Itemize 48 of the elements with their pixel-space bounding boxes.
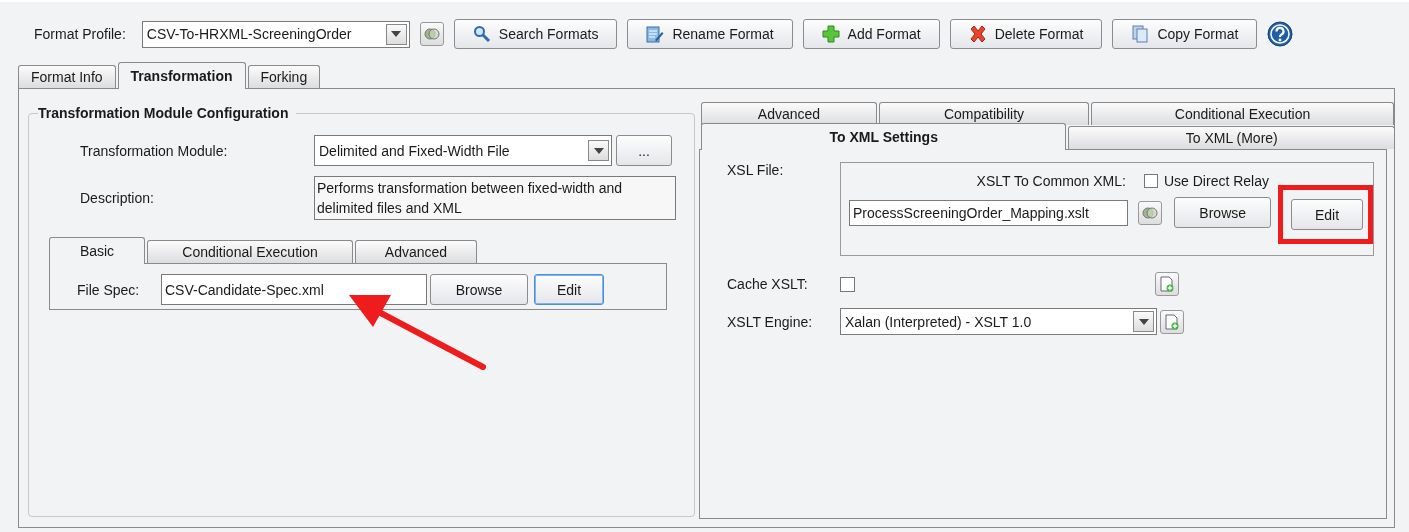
file-spec-field[interactable]: CSV-Candidate-Spec.xml [161, 274, 427, 305]
more-button[interactable]: ... [616, 135, 672, 166]
xslt-engine-dropdown[interactable]: Xalan (Interpreted) - XSLT 1.0 [840, 308, 1157, 335]
toolbar-button[interactable]: Rename Format [627, 19, 793, 49]
magnifier-icon [472, 25, 491, 43]
format-profile-dropdown[interactable]: CSV-To-HRXML-ScreeningOrder [141, 20, 410, 48]
field-label: Format Profile: [34, 26, 126, 42]
documents-icon [1131, 25, 1150, 43]
xsl-file-field[interactable]: ProcessScreeningOrder_Mapping.xslt [849, 199, 1129, 226]
module-dropdown[interactable]: Delimited and Fixed-Width File [314, 135, 612, 166]
tab[interactable]: Advanced [701, 102, 877, 125]
field-label: XSLT Engine: [727, 313, 814, 330]
tab[interactable]: Advanced [355, 240, 477, 263]
toolbar-button[interactable]: Delete Format [949, 19, 1103, 49]
tab[interactable]: Compatibility [879, 102, 1089, 125]
toolbar-button[interactable]: Add Format [802, 19, 940, 49]
add-document-icon[interactable] [1160, 309, 1184, 334]
tab[interactable]: Format Info [18, 65, 116, 88]
notepad-pencil-icon [646, 25, 665, 43]
plus-icon [821, 25, 840, 43]
field-label: XSLT To Common XML: [976, 173, 1126, 189]
field-label: Cache XSLT: [727, 276, 809, 292]
field-label: Description: [79, 190, 155, 206]
tab[interactable]: To XML (More) [1068, 126, 1395, 149]
tab[interactable]: Conditional Execution [1091, 102, 1394, 125]
toggle-icon[interactable] [419, 22, 444, 46]
direct-relay-checkbox[interactable]: Use Direct Relay [1143, 173, 1269, 189]
browse-button[interactable]: Browse [1174, 197, 1271, 228]
description-text: Performs transformation between fixed-width and delimited files and XML [314, 176, 676, 220]
group-title: Transformation Module Configuration [38, 105, 290, 121]
help-icon[interactable] [1267, 21, 1294, 47]
add-document-icon[interactable] [1155, 272, 1179, 296]
tab[interactable]: Conditional Execution [147, 240, 353, 263]
tab[interactable]: To XML Settings [701, 123, 1067, 150]
field-label: File Spec: [77, 281, 141, 298]
edit-button[interactable]: Edit [534, 274, 604, 305]
tab[interactable]: Basic [49, 237, 145, 264]
browse-button[interactable]: Browse [430, 274, 528, 305]
toolbar-button[interactable]: Copy Format [1112, 19, 1258, 49]
cache-checkbox[interactable] [840, 276, 855, 292]
toggle-icon[interactable] [1138, 200, 1163, 225]
field-label: Transformation Module: [79, 142, 229, 159]
tab[interactable]: Transformation [117, 62, 246, 89]
field-label: XSL File: [727, 162, 785, 178]
x-icon [968, 25, 987, 43]
tab[interactable]: Forking [247, 65, 321, 88]
edit-button[interactable]: Edit [1291, 199, 1363, 230]
toolbar-button[interactable]: Search Formats [453, 19, 618, 49]
